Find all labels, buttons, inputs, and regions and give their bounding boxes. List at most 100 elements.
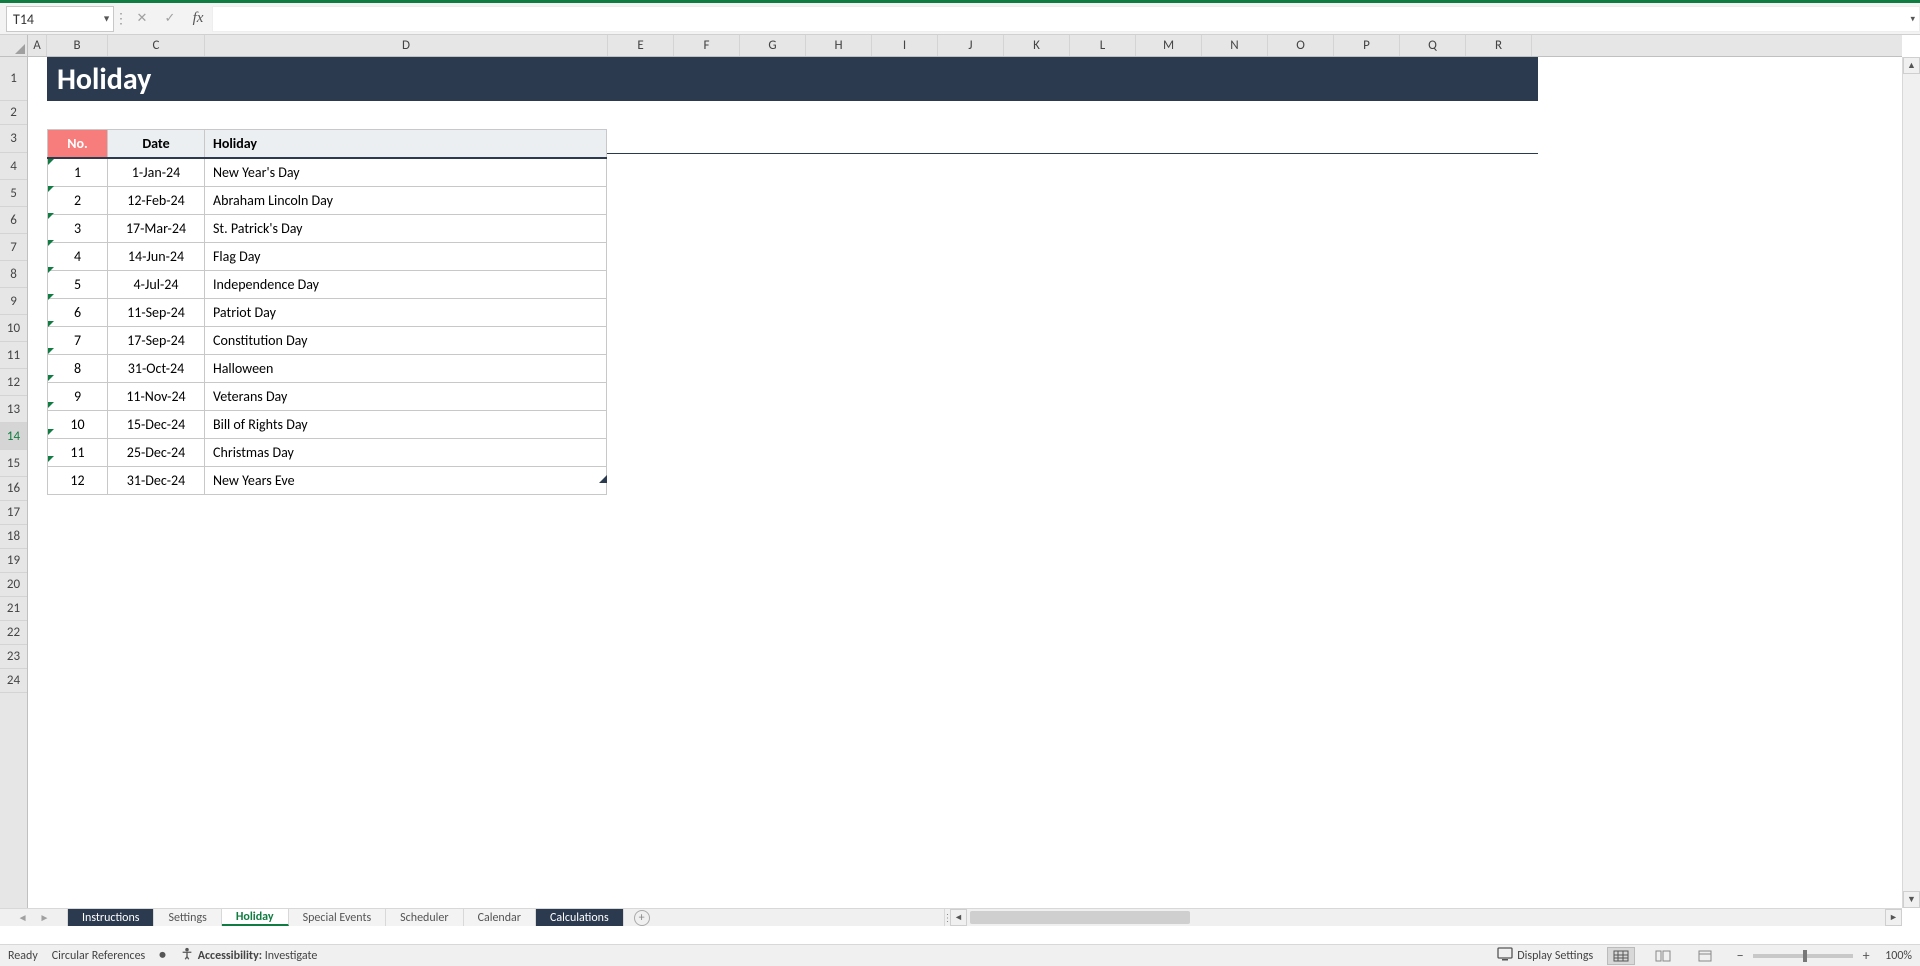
cell-date[interactable]: 15-Dec-24 <box>108 411 205 439</box>
view-page-layout-button[interactable] <box>1649 947 1677 965</box>
sheet-tab-scheduler[interactable]: Scheduler <box>386 909 463 926</box>
col-header-P[interactable]: P <box>1334 35 1400 56</box>
col-header-F[interactable]: F <box>674 35 740 56</box>
name-box[interactable]: ▼ <box>6 6 114 32</box>
tab-prev-icon[interactable]: ◄ <box>18 911 28 924</box>
cell-no[interactable]: 9 <box>48 383 108 411</box>
cell-holiday[interactable]: New Years Eve <box>205 467 607 495</box>
cell-holiday[interactable]: Patriot Day <box>205 299 607 327</box>
insert-function-icon[interactable]: fx <box>184 3 212 34</box>
row-header-13[interactable]: 13 <box>0 396 27 423</box>
row-header-23[interactable]: 23 <box>0 645 27 669</box>
col-header-no[interactable]: No. <box>48 130 108 159</box>
zoom-out-button[interactable]: − <box>1733 947 1747 964</box>
cell-date[interactable]: 11-Sep-24 <box>108 299 205 327</box>
col-header-holiday[interactable]: Holiday <box>205 130 607 159</box>
cell-no[interactable]: 4 <box>48 243 108 271</box>
row-header-7[interactable]: 7 <box>0 234 27 261</box>
horizontal-scrollbar[interactable]: ◄ ► <box>950 908 1902 926</box>
cell-date[interactable]: 14-Jun-24 <box>108 243 205 271</box>
cell-date[interactable]: 12-Feb-24 <box>108 187 205 215</box>
zoom-slider[interactable] <box>1753 954 1853 958</box>
cell-date[interactable]: 17-Mar-24 <box>108 215 205 243</box>
col-header-D[interactable]: D <box>205 35 608 56</box>
zoom-controls[interactable]: − + 100% <box>1733 947 1912 964</box>
table-row[interactable]: 414-Jun-24Flag Day <box>48 243 607 271</box>
col-header-O[interactable]: O <box>1268 35 1334 56</box>
cell-no[interactable]: 12 <box>48 467 108 495</box>
col-header-I[interactable]: I <box>872 35 938 56</box>
cell-date[interactable]: 25-Dec-24 <box>108 439 205 467</box>
macro-record-icon[interactable]: ⏺ <box>159 948 166 963</box>
table-row[interactable]: 1015-Dec-24Bill of Rights Day <box>48 411 607 439</box>
cell-holiday[interactable]: Independence Day <box>205 271 607 299</box>
zoom-in-button[interactable]: + <box>1859 947 1873 964</box>
accessibility-status[interactable]: Accessibility: Investigate <box>180 947 318 965</box>
cell-holiday[interactable]: Constitution Day <box>205 327 607 355</box>
cell-date[interactable]: 31-Oct-24 <box>108 355 205 383</box>
cell-holiday[interactable]: St. Patrick's Day <box>205 215 607 243</box>
table-row[interactable]: 611-Sep-24Patriot Day <box>48 299 607 327</box>
cell-no[interactable]: 1 <box>48 158 108 187</box>
row-header-24[interactable]: 24 <box>0 669 27 693</box>
sheet-tab-special-events[interactable]: Special Events <box>289 909 387 926</box>
add-sheet-button[interactable]: + <box>624 909 660 926</box>
row-header-21[interactable]: 21 <box>0 597 27 621</box>
col-header-J[interactable]: J <box>938 35 1004 56</box>
sheet-tab-calculations[interactable]: Calculations <box>536 909 624 926</box>
cell-date[interactable]: 4-Jul-24 <box>108 271 205 299</box>
cell-date[interactable]: 1-Jan-24 <box>108 158 205 187</box>
formula-input-wrap[interactable]: ▾ <box>212 6 1920 32</box>
scroll-right-icon[interactable]: ► <box>1885 909 1902 926</box>
row-headers[interactable]: 123456789101112131415161718192021222324 <box>0 57 28 908</box>
col-header-date[interactable]: Date <box>108 130 205 159</box>
scroll-left-icon[interactable]: ◄ <box>950 909 967 926</box>
row-header-5[interactable]: 5 <box>0 180 27 207</box>
row-header-16[interactable]: 16 <box>0 477 27 501</box>
view-page-break-button[interactable] <box>1691 947 1719 965</box>
cell-holiday[interactable]: Veterans Day <box>205 383 607 411</box>
cell-no[interactable]: 2 <box>48 187 108 215</box>
row-header-11[interactable]: 11 <box>0 342 27 369</box>
col-header-C[interactable]: C <box>108 35 205 56</box>
column-headers[interactable]: ABCDEFGHIJKLMNOPQR <box>28 35 1902 57</box>
row-header-20[interactable]: 20 <box>0 573 27 597</box>
view-normal-button[interactable] <box>1607 947 1635 965</box>
cell-holiday[interactable]: Bill of Rights Day <box>205 411 607 439</box>
cell-no[interactable]: 6 <box>48 299 108 327</box>
scroll-up-icon[interactable]: ▲ <box>1903 57 1920 74</box>
col-header-H[interactable]: H <box>806 35 872 56</box>
row-header-18[interactable]: 18 <box>0 525 27 549</box>
display-settings-button[interactable]: Display Settings <box>1497 947 1593 965</box>
cell-holiday[interactable]: New Year's Day <box>205 158 607 187</box>
sheet-tab-settings[interactable]: Settings <box>154 909 221 926</box>
tab-next-icon[interactable]: ► <box>40 911 50 924</box>
table-resize-handle-icon[interactable] <box>599 475 607 483</box>
cell-no[interactable]: 5 <box>48 271 108 299</box>
table-row[interactable]: 317-Mar-24St. Patrick's Day <box>48 215 607 243</box>
col-header-M[interactable]: M <box>1136 35 1202 56</box>
cell-holiday[interactable]: Halloween <box>205 355 607 383</box>
row-header-14[interactable]: 14 <box>0 423 27 450</box>
select-all-corner[interactable] <box>0 35 28 57</box>
sheet-tab-instructions[interactable]: Instructions <box>68 909 154 926</box>
table-row[interactable]: 717-Sep-24Constitution Day <box>48 327 607 355</box>
table-row[interactable]: 1125-Dec-24Christmas Day <box>48 439 607 467</box>
col-header-Q[interactable]: Q <box>1400 35 1466 56</box>
row-header-12[interactable]: 12 <box>0 369 27 396</box>
row-header-17[interactable]: 17 <box>0 501 27 525</box>
col-header-A[interactable]: A <box>28 35 47 56</box>
cell-no[interactable]: 8 <box>48 355 108 383</box>
cancel-formula-icon[interactable]: ✕ <box>128 3 156 34</box>
formula-bar-expand-icon[interactable]: ▾ <box>1910 14 1915 25</box>
zoom-level[interactable]: 100% <box>1885 949 1912 963</box>
cell-holiday[interactable]: Abraham Lincoln Day <box>205 187 607 215</box>
row-header-10[interactable]: 10 <box>0 315 27 342</box>
table-row[interactable]: 1231-Dec-24New Years Eve <box>48 467 607 495</box>
col-header-N[interactable]: N <box>1202 35 1268 56</box>
tab-nav-buttons[interactable]: ◄ ► <box>0 909 68 926</box>
row-header-4[interactable]: 4 <box>0 153 27 180</box>
col-header-B[interactable]: B <box>47 35 108 56</box>
table-row[interactable]: 11-Jan-24New Year's Day <box>48 158 607 187</box>
vertical-scrollbar[interactable]: ▲ ▼ <box>1902 57 1920 908</box>
